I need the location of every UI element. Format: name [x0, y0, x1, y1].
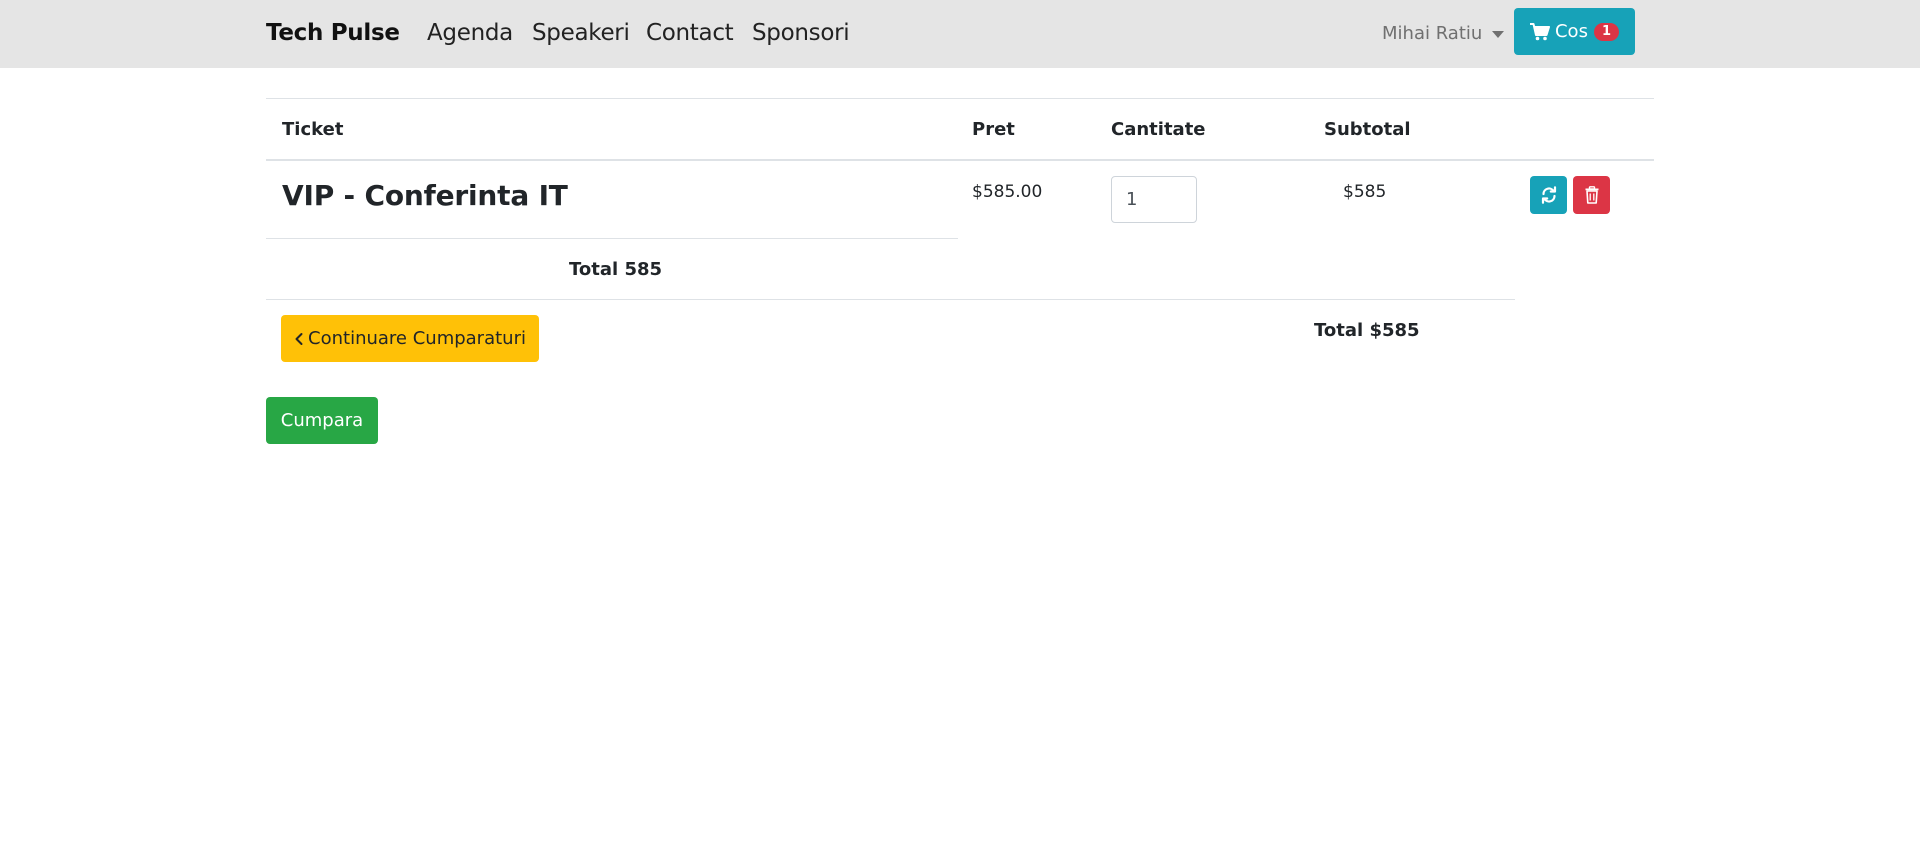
- table-header-divider: [266, 159, 1654, 161]
- delete-button[interactable]: [1573, 176, 1610, 214]
- chevron-left-icon: [295, 332, 303, 345]
- cart-count-badge: 1: [1593, 22, 1619, 41]
- brand-logo-text[interactable]: Tech Pulse: [266, 20, 400, 46]
- header-subtotal: Subtotal: [1324, 119, 1411, 140]
- continue-shopping-button[interactable]: Continuare Cumparaturi: [281, 315, 539, 362]
- trash-icon: [1585, 186, 1598, 204]
- user-dropdown[interactable]: Mihai Ratiu: [1382, 23, 1505, 44]
- table-top-divider: [266, 98, 1654, 99]
- caret-down-icon: [1492, 31, 1505, 38]
- quantity-input[interactable]: [1111, 176, 1197, 223]
- product-name: VIP - Conferinta IT: [282, 179, 568, 212]
- continue-shopping-label: Continuare Cumparaturi: [308, 328, 526, 349]
- product-price: $585.00: [972, 182, 1043, 202]
- cart-button[interactable]: Cos 1: [1514, 8, 1635, 55]
- header-price: Pret: [972, 119, 1015, 140]
- product-subtotal: $585: [1343, 182, 1387, 202]
- row-divider: [266, 238, 958, 239]
- nav-link-contact[interactable]: Contact: [646, 20, 734, 46]
- footer-divider: [266, 299, 1515, 300]
- header-quantity: Cantitate: [1111, 119, 1206, 140]
- refresh-icon: [1541, 186, 1556, 204]
- top-navbar: Tech Pulse Agenda Speakeri Contact Spons…: [0, 0, 1920, 68]
- cart-label: Cos: [1554, 21, 1588, 42]
- nav-link-sponsori[interactable]: Sponsori: [752, 20, 850, 46]
- nav-link-speakeri[interactable]: Speakeri: [532, 20, 630, 46]
- user-name: Mihai Ratiu: [1382, 23, 1483, 44]
- total-footer: Total $585: [1314, 320, 1420, 341]
- total-inline: Total 585: [569, 259, 663, 280]
- shopping-cart-icon: [1529, 22, 1550, 40]
- header-ticket: Ticket: [282, 119, 344, 140]
- nav-link-agenda[interactable]: Agenda: [427, 20, 513, 46]
- refresh-button[interactable]: [1530, 176, 1567, 214]
- buy-button[interactable]: Cumpara: [266, 397, 378, 444]
